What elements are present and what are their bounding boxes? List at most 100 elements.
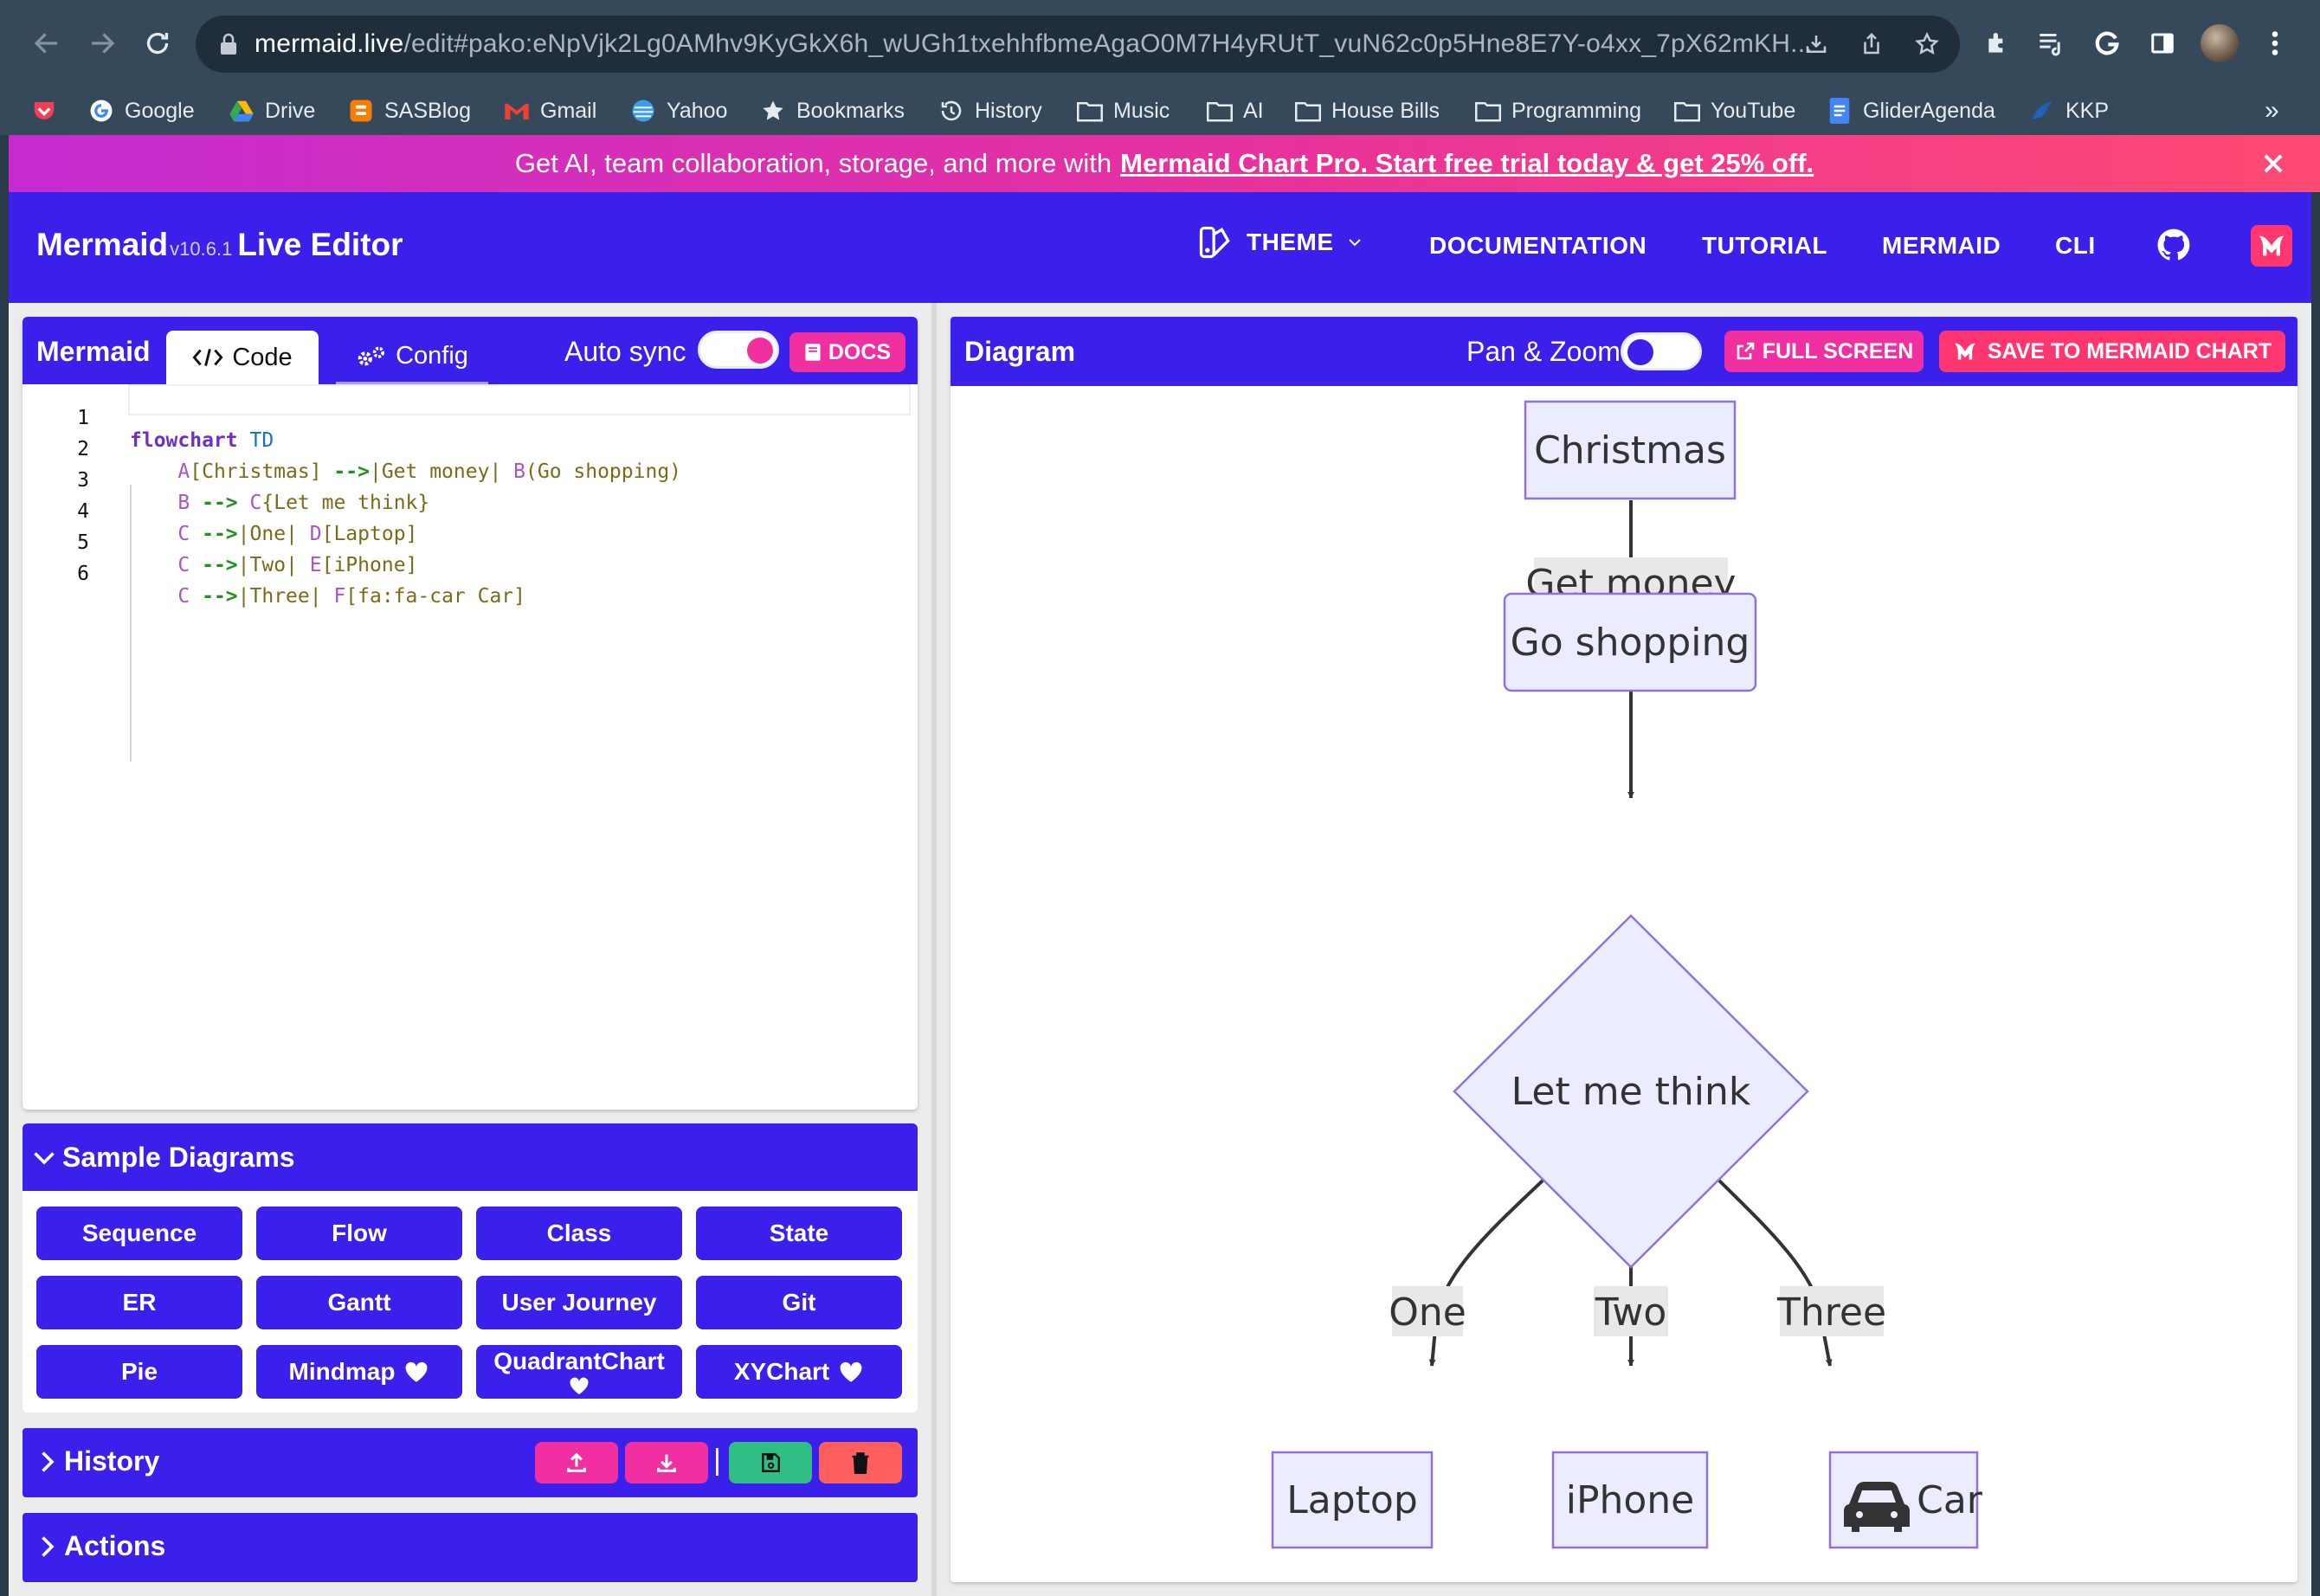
address-bar[interactable]: mermaid.live/edit#pako:eNpVjk2Lg0AMhv9Ky… (196, 16, 1960, 73)
sample-state-button[interactable]: State (696, 1207, 902, 1260)
bookmark-label: SASBlog (384, 98, 472, 123)
sample-diagrams-header[interactable]: Sample Diagrams (23, 1123, 918, 1191)
sample-flow-button[interactable]: Flow (256, 1207, 462, 1260)
star-icon[interactable] (1911, 29, 1943, 60)
download-icon (654, 1451, 679, 1475)
bookmark-drive[interactable]: Drive (229, 92, 315, 130)
github-icon[interactable] (2156, 227, 2197, 268)
save-to-mermaid-chart-button[interactable]: SAVE TO MERMAID CHART (1939, 331, 2285, 372)
mermaid-chart-logo-icon[interactable] (2251, 225, 2292, 267)
panel-divider[interactable] (931, 303, 937, 1596)
bookmark-glideragenda[interactable]: GliderAgenda (1827, 92, 1995, 130)
bookmark-pocket[interactable] (31, 92, 57, 130)
folder-icon (1207, 98, 1233, 124)
pocket-icon (31, 98, 57, 124)
star-icon (760, 98, 786, 124)
back-icon[interactable] (26, 23, 68, 64)
diagram-canvas[interactable]: Get money One Two Three Christmas Go sho… (951, 386, 2297, 1582)
sample-git-button[interactable]: Git (696, 1276, 902, 1329)
promo-link[interactable]: Mermaid Chart Pro. Start free trial toda… (1120, 148, 1814, 179)
panzoom-toggle[interactable] (1621, 332, 1702, 370)
reload-icon[interactable] (137, 23, 178, 64)
separator: | (713, 1444, 721, 1477)
panzoom-label: Pan & Zoom (1466, 336, 1621, 367)
node-iphone[interactable]: iPhone (1551, 1451, 1709, 1549)
node-go-shopping[interactable]: Go shopping (1503, 592, 1757, 692)
history-upload-button[interactable] (535, 1442, 618, 1483)
grammarly-icon[interactable] (2088, 24, 2126, 62)
forward-icon[interactable] (81, 23, 123, 64)
history-header[interactable]: History (36, 1445, 159, 1477)
sample-er-button[interactable]: ER (36, 1276, 242, 1329)
more-bookmarks-button[interactable]: » (2265, 92, 2279, 130)
chevron-down-icon (31, 1144, 57, 1170)
edge-label-one: One (1389, 1286, 1466, 1336)
lock-icon[interactable] (213, 29, 244, 60)
gmail-icon (504, 98, 530, 124)
bookmark-history[interactable]: History (938, 92, 1042, 130)
chevron-right-icon (36, 1534, 57, 1560)
save-to-mermaid-chart-label: SAVE TO MERMAID CHART (1987, 338, 2272, 364)
sample-xychart-button[interactable]: XYChart (696, 1345, 902, 1399)
bookmark-sasblog[interactable]: SASBlog (348, 92, 471, 130)
bookmark-google[interactable]: Google (88, 92, 195, 130)
nav-tutorial[interactable]: TUTORIAL (1702, 232, 1827, 260)
sample-label: Class (546, 1220, 612, 1247)
bookmark-label: GliderAgenda (1863, 98, 1995, 123)
node-car[interactable]: Car (1828, 1451, 1983, 1549)
bookmark-kkp[interactable]: KKP (2029, 92, 2109, 130)
palette-icon (1196, 223, 1234, 261)
node-laptop[interactable]: Laptop (1271, 1451, 1434, 1549)
sample-gantt-button[interactable]: Gantt (256, 1276, 462, 1329)
nav-documentation[interactable]: DOCUMENTATION (1429, 232, 1647, 260)
bookmark-yahoo[interactable]: Yahoo (630, 92, 727, 130)
history-download-button[interactable] (625, 1442, 708, 1483)
side-panel-icon[interactable] (2143, 24, 2181, 62)
edge-letmethink-car (1717, 1179, 1833, 1367)
bookmark-music[interactable]: Music (1077, 92, 1170, 130)
gears-icon (356, 344, 387, 369)
autosync-toggle[interactable] (698, 331, 779, 369)
close-icon[interactable] (2256, 146, 2291, 181)
nav-mermaid[interactable]: MERMAID (1882, 232, 2001, 260)
version-label: v10.6.1 (170, 238, 233, 260)
sample-quadrantchart-button[interactable]: QuadrantChart (476, 1345, 682, 1399)
bookmark-gmail[interactable]: Gmail (504, 92, 596, 130)
history-delete-button[interactable] (819, 1442, 902, 1483)
bookmark-programming[interactable]: Programming (1475, 92, 1641, 130)
chevron-right-icon (36, 1449, 57, 1475)
sample-user-journey-button[interactable]: User Journey (476, 1276, 682, 1329)
tab-code[interactable]: Code (166, 331, 319, 384)
tab-config[interactable]: Config (336, 331, 488, 384)
install-icon[interactable] (1801, 29, 1832, 60)
bookmark-label: YouTube (1711, 98, 1796, 123)
docs-button[interactable]: DOCS (789, 332, 905, 372)
code-editor[interactable]: 1 flowchart TD 2 A[Christmas] -->|Get mo… (23, 384, 918, 1110)
drive-icon (229, 98, 255, 124)
reading-list-icon[interactable] (2033, 24, 2071, 62)
node-christmas[interactable]: Christmas (1524, 400, 1737, 500)
bookmark-ai[interactable]: AI (1207, 92, 1264, 130)
nav-cli[interactable]: CLI (2055, 232, 2096, 260)
extensions-icon[interactable] (1979, 24, 2017, 62)
full-screen-button[interactable]: FULL SCREEN (1724, 331, 1924, 372)
sample-mindmap-button[interactable]: Mindmap (256, 1345, 462, 1399)
actions-header[interactable]: Actions (36, 1530, 165, 1562)
profile-avatar[interactable] (2201, 24, 2239, 62)
sample-label: ER (122, 1289, 157, 1316)
bookmark-bookmarks[interactable]: Bookmarks (760, 92, 905, 130)
sample-pie-button[interactable]: Pie (36, 1345, 242, 1399)
history-save-button[interactable] (729, 1442, 812, 1483)
share-icon[interactable] (1856, 29, 1887, 60)
theme-menu-button[interactable]: THEME (1196, 223, 1363, 261)
brand[interactable]: Mermaid v10.6.1 Live Editor (36, 227, 403, 263)
bookmark-label: Google (125, 98, 195, 123)
bookmark-youtube[interactable]: YouTube (1674, 92, 1795, 130)
trash-icon (850, 1451, 871, 1474)
upload-icon (564, 1451, 589, 1475)
kebab-menu-icon[interactable] (2256, 24, 2294, 62)
sample-sequence-button[interactable]: Sequence (36, 1207, 242, 1260)
sample-class-button[interactable]: Class (476, 1207, 682, 1260)
diagram-header: Diagram Pan & Zoom FULL SCREEN SAVE TO M… (951, 317, 2297, 386)
bookmark-house-bills[interactable]: House Bills (1295, 92, 1440, 130)
